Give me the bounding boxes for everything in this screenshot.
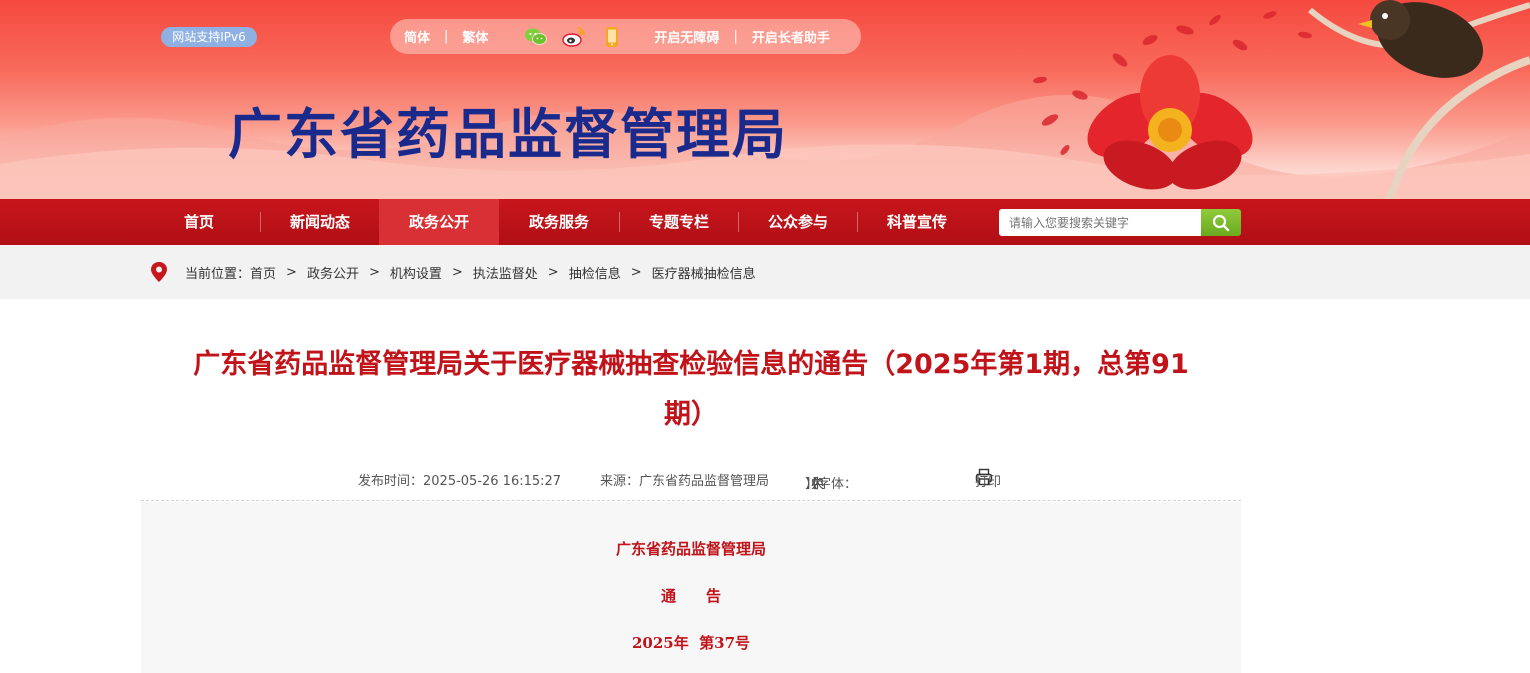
breadcrumb-separator: > (630, 264, 642, 280)
body-notice-heading: 通 告 (660, 587, 721, 605)
elder-assistant-link[interactable]: 开启长者助手 (752, 27, 830, 46)
mobile-phone-icon[interactable] (600, 25, 624, 49)
breadcrumb-prefix: 当前位置： (185, 266, 251, 282)
nav-item-home[interactable]: 首页 (139, 199, 259, 245)
body-notice-number: 2025年 第37号 (631, 634, 751, 652)
nav-item-special-topics[interactable]: 专题专栏 (619, 199, 739, 245)
font-size-suffix: 】 (805, 477, 819, 492)
meta-divider (141, 500, 1241, 501)
breadcrumb-bar: 当前位置： 首页 > 政务公开 > 机构设置 > 执法监督处 > 抽检信息 > … (0, 245, 1530, 299)
breadcrumb-separator: > (286, 264, 297, 280)
publish-time: 发布时间：2025-05-26 16:15:27 (358, 474, 562, 489)
nav-item-news[interactable]: 新闻动态 (260, 199, 380, 245)
accessibility-mode-link[interactable]: 开启无障碍 (654, 27, 719, 46)
search-icon (1212, 214, 1230, 231)
breadcrumb: 当前位置： 首页 > 政务公开 > 机构设置 > 执法监督处 > 抽检信息 > … (149, 261, 756, 283)
body-org-name: 广东省药品监督管理局 (615, 540, 766, 558)
toolbar-separator: | (444, 29, 449, 44)
breadcrumb-sampling-info[interactable]: 抽检信息 (569, 263, 621, 282)
article-title-line: 期） (664, 399, 718, 430)
site-title[interactable]: 广东省药品监督管理局 (228, 90, 788, 169)
print-label: 打印 (975, 475, 1002, 490)
breadcrumb-separator: > (451, 264, 463, 280)
kapok-flower-decoration (1033, 0, 1530, 199)
breadcrumb-government-affairs[interactable]: 政务公开 (307, 263, 359, 282)
search-button[interactable] (1201, 209, 1241, 236)
nav-item-science-popularization[interactable]: 科普宣传 (857, 199, 977, 245)
breadcrumb-separator: > (368, 264, 380, 280)
print-button[interactable]: 打印 (975, 468, 1001, 490)
simplified-chinese-link[interactable]: 简体 (404, 27, 430, 46)
nav-item-government-affairs[interactable]: 政务公开 (379, 199, 499, 245)
top-toolbar: 简体 | 繁体 开启无障碍 | 开启长者助手 (390, 19, 861, 54)
nav-item-public-participation[interactable]: 公众参与 (738, 199, 858, 245)
article-title-line: 广东省药品监督管理局关于医疗器械抽查检验信息的通告（2025年第1期，总第91 (193, 349, 1189, 380)
breadcrumb-law-enforcement-division[interactable]: 执法监督处 (473, 263, 538, 282)
location-pin-icon (151, 262, 167, 282)
breadcrumb-organization[interactable]: 机构设置 (390, 263, 442, 282)
header-banner: 网站支持IPv6 简体 | 繁体 开启无障碍 | 开启长者助手 广东省药品监督管… (0, 0, 1530, 199)
article-meta: 发布时间：2025-05-26 16:15:27 来源：广东省药品监督管理局 【… (141, 467, 1241, 492)
article-source: 来源：广东省药品监督管理局 (600, 474, 770, 489)
traditional-chinese-link[interactable]: 繁体 (462, 27, 488, 46)
ipv6-badge: 网站支持IPv6 (161, 27, 257, 47)
weibo-icon[interactable] (562, 25, 586, 49)
article-body: 广东省药品监督管理局 通 告 2025年 第37号 (141, 502, 1241, 673)
toolbar-separator: | (733, 29, 738, 44)
breadcrumb-medical-device-sampling[interactable]: 医疗器械抽检信息 (652, 263, 756, 282)
main-nav: 首页 新闻动态 政务公开 政务服务 专题专栏 公众参与 科普宣传 (0, 199, 1530, 245)
wechat-icon[interactable] (524, 25, 548, 49)
nav-item-government-services[interactable]: 政务服务 (499, 199, 619, 245)
article-title: 广东省药品监督管理局关于医疗器械抽查检验信息的通告（2025年第1期，总第91 … (141, 340, 1241, 440)
breadcrumb-separator: > (547, 264, 559, 280)
breadcrumb-home[interactable]: 首页 (250, 263, 276, 282)
search-input[interactable] (999, 209, 1202, 236)
